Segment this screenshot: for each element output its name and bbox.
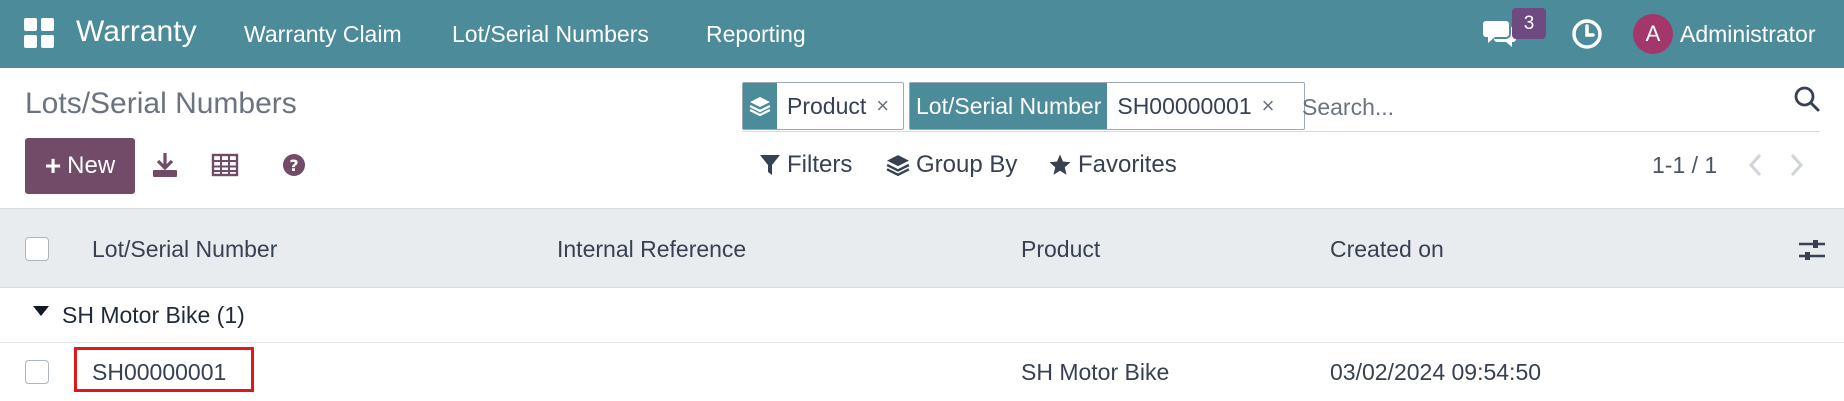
menu-reporting[interactable]: Reporting <box>706 21 806 48</box>
facet-remove-icon[interactable]: × <box>876 93 899 119</box>
filter-icon <box>760 155 780 175</box>
group-by-label: Group By <box>916 151 1018 178</box>
favorites-button[interactable]: Favorites <box>1048 151 1177 179</box>
search-facet-lot-serial: Lot/Serial Number SH00000001 × <box>909 82 1305 130</box>
new-button[interactable]: + New <box>25 138 135 194</box>
app-title[interactable]: Warranty <box>76 15 197 49</box>
new-button-label: New <box>67 152 116 179</box>
table-row[interactable]: SH00000001 SH Motor Bike 03/02/2024 09:5… <box>0 344 1844 401</box>
caret-down-icon <box>33 306 49 316</box>
chevron-right-icon[interactable] <box>1785 150 1807 180</box>
facet-tag-group <box>743 83 777 129</box>
layers-icon <box>749 97 771 117</box>
pager-value[interactable]: 1-1 / 1 <box>1652 152 1717 179</box>
star-icon <box>1049 154 1071 175</box>
cell-created-on[interactable]: 03/02/2024 09:54:50 <box>1330 359 1541 386</box>
svg-text:?: ? <box>289 156 298 175</box>
avatar[interactable]: A <box>1633 14 1673 54</box>
search-input[interactable] <box>1302 90 1722 124</box>
search-icon[interactable] <box>1793 85 1821 113</box>
plus-icon: + <box>44 150 62 181</box>
layers-icon <box>886 155 910 177</box>
optional-columns-icon[interactable] <box>1797 235 1827 265</box>
clock-icon[interactable] <box>1570 17 1604 51</box>
spreadsheet-icon[interactable] <box>210 150 240 180</box>
chevron-left-icon[interactable] <box>1745 150 1767 180</box>
row-checkbox[interactable] <box>25 360 49 384</box>
download-icon[interactable] <box>150 150 180 180</box>
column-lot-serial-number[interactable]: Lot/Serial Number <box>92 236 277 263</box>
facet-tag-lot-serial: Lot/Serial Number <box>910 83 1108 129</box>
chat-badge: 3 <box>1512 8 1546 39</box>
select-all-checkbox[interactable] <box>25 237 49 261</box>
top-navbar: Warranty Warranty Claim Lot/Serial Numbe… <box>0 0 1844 68</box>
filters-button[interactable]: Filters <box>759 151 852 179</box>
group-label: SH Motor Bike (1) <box>62 302 245 328</box>
group-by-button[interactable]: Group By <box>886 151 1017 179</box>
cell-lot-serial-number[interactable]: SH00000001 <box>92 359 226 386</box>
page-title: Lots/Serial Numbers <box>25 87 297 120</box>
facet-value-product: Product <box>787 92 867 119</box>
filters-label: Filters <box>787 151 853 178</box>
group-row[interactable]: SH Motor Bike (1) <box>0 289 1844 343</box>
column-internal-reference[interactable]: Internal Reference <box>557 236 746 263</box>
menu-warranty-claim[interactable]: Warranty Claim <box>244 21 402 48</box>
table-header: Lot/Serial Number Internal Reference Pro… <box>0 208 1844 288</box>
menu-lot-serial-numbers[interactable]: Lot/Serial Numbers <box>452 21 649 48</box>
column-created-on[interactable]: Created on <box>1330 236 1444 263</box>
help-icon[interactable]: ? <box>279 150 309 180</box>
facet-remove-icon[interactable]: × <box>1262 93 1285 119</box>
favorites-label: Favorites <box>1078 151 1177 178</box>
column-product[interactable]: Product <box>1021 236 1100 263</box>
search-bar: Product × Lot/Serial Number SH00000001 × <box>742 82 1820 132</box>
search-facet-group-by: Product × <box>742 82 904 130</box>
facet-value-lot: SH00000001 <box>1117 92 1252 119</box>
apps-menu-icon[interactable] <box>24 18 56 50</box>
user-name[interactable]: Administrator <box>1680 21 1815 48</box>
cell-product[interactable]: SH Motor Bike <box>1021 359 1169 386</box>
